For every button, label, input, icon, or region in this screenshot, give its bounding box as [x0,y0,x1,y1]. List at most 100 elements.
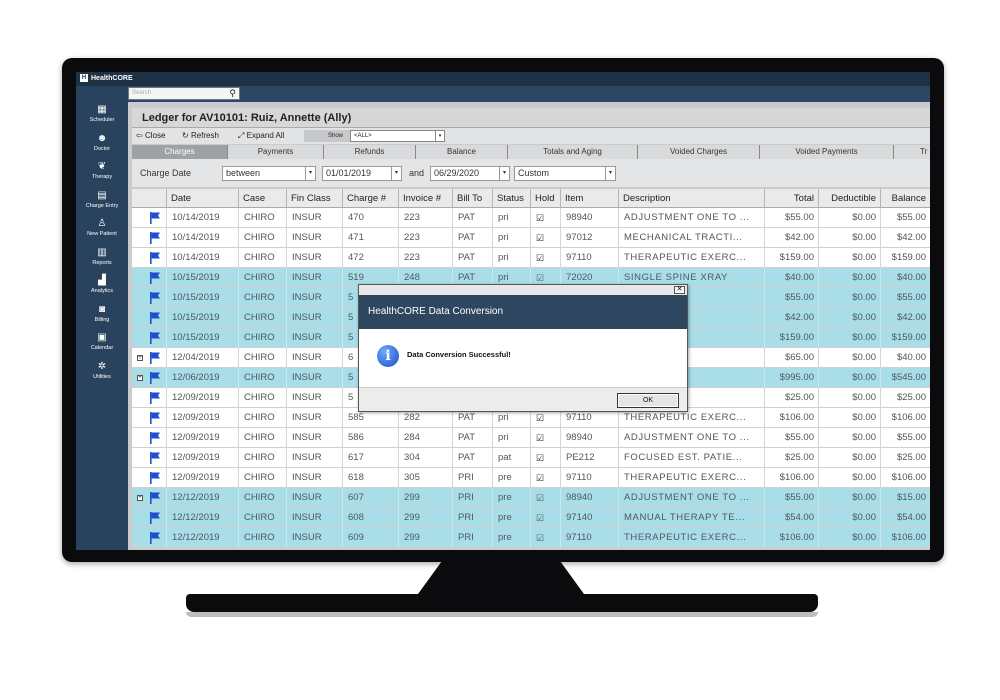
chevron-down-icon[interactable]: ▾ [499,167,509,180]
expand-row-icon[interactable]: + [137,375,143,381]
sidebar-item-calendar[interactable]: ▣ Calendar [76,330,128,359]
header-item[interactable]: Item [560,189,618,208]
tab-balance[interactable]: Balance [416,145,508,159]
header-invoice-number[interactable]: Invoice # [398,189,452,208]
info-icon: i [377,345,399,367]
header-charge-number[interactable]: Charge # [342,189,398,208]
cell-balance: $25.00 [880,448,930,468]
cell-deductible: $0.00 [818,268,880,288]
flag-icon [150,432,160,444]
header-total[interactable]: Total [764,189,818,208]
cell-total: $42.00 [764,228,818,248]
cell-case: CHIRO [238,228,286,248]
header-date[interactable]: Date [166,189,238,208]
table-row[interactable]: 12/09/2019 CHIRO INSUR 618 305 PRI pre ☑ 97110 TH… [132,468,930,488]
expand-all-label: Expand All [246,131,285,140]
cell-total: $54.00 [764,508,818,528]
cell-hold[interactable]: ☑ [530,248,560,268]
cell-description: MANUAL THERAPY TE... [618,508,764,528]
cell-bill-to: PRI [452,508,492,528]
chevron-down-icon[interactable]: ▾ [305,167,315,180]
cell-item: 98940 [560,208,618,228]
date-from-field[interactable]: 01/01/2019 ▾ [322,166,402,181]
chevron-down-icon[interactable]: ▾ [435,131,444,141]
sidebar-item-analytics[interactable]: ▟ Analytics [76,273,128,302]
cell-case: CHIRO [238,288,286,308]
header-deductible[interactable]: Deductible [818,189,880,208]
table-row[interactable]: +12/12/2019 CHIRO INSUR 607 299 PRI pre ☑ 98940 A… [132,488,930,508]
cell-hold[interactable]: ☑ [530,488,560,508]
tab-truncated[interactable]: Tr [894,145,930,159]
cell-date: 10/14/2019 [166,248,238,268]
header-bill-to[interactable]: Bill To [452,189,492,208]
cell-total: $55.00 [764,208,818,228]
show-filter-select[interactable]: <ALL> ▾ [350,130,445,142]
cell-deductible: $0.00 [818,488,880,508]
cell-date: 10/15/2019 [166,308,238,328]
cell-hold[interactable]: ☑ [530,508,560,528]
cell-hold[interactable]: ☑ [530,208,560,228]
cell-charge-number: 617 [342,448,398,468]
header-status[interactable]: Status [492,189,530,208]
cell-case: CHIRO [238,348,286,368]
cell-charge-number: 470 [342,208,398,228]
expand-all-button[interactable]: ⤢ Expand All [238,130,284,142]
sidebar-item-therapy[interactable]: ❦ Therapy [76,159,128,188]
cell-hold[interactable]: ☑ [530,228,560,248]
header-fin-class[interactable]: Fin Class [286,189,342,208]
search-icon[interactable]: ⚲ [229,88,236,99]
sidebar-item-charge-entry[interactable]: ▤ Charge Entry [76,188,128,217]
date-from-value: 01/01/2019 [326,168,372,178]
sidebar-item-doctor[interactable]: ☻ Doctor [76,131,128,160]
billing-icon: ◙ [98,303,106,315]
tab-charges[interactable]: Charges [132,145,228,159]
date-operator-select[interactable]: between ▾ [222,166,316,181]
cell-hold[interactable]: ☑ [530,428,560,448]
close-icon[interactable]: ✕ [674,286,685,294]
refresh-button[interactable]: ↻ Refresh [182,130,219,142]
search-input[interactable]: Search ⚲ [128,87,240,100]
cell-hold[interactable]: ☑ [530,468,560,488]
cell-case: CHIRO [238,508,286,528]
table-row[interactable]: 10/14/2019 CHIRO INSUR 471 223 PAT pri ☑ 97012 ME… [132,228,930,248]
close-button[interactable]: ⇦ Close [136,130,165,142]
table-row[interactable]: 12/12/2019 CHIRO INSUR 608 299 PRI pre ☑ 97140 MA… [132,508,930,528]
table-row[interactable]: 12/09/2019 CHIRO INSUR 586 284 PAT pri ☑ 98940 AD… [132,428,930,448]
table-row[interactable]: 10/14/2019 CHIRO INSUR 472 223 PAT pri ☑ 97110 TH… [132,248,930,268]
header-description[interactable]: Description [618,189,764,208]
header-case[interactable]: Case [238,189,286,208]
date-range-select[interactable]: Custom ▾ [514,166,616,181]
chevron-down-icon[interactable]: ▾ [391,167,401,180]
sidebar-item-new-patient[interactable]: ♙ New Patient [76,216,128,245]
sidebar-item-reports[interactable]: ▥ Reports [76,245,128,274]
sidebar-item-scheduler[interactable]: ▦ Scheduler [76,102,128,131]
flag-icon [150,492,160,504]
tab-voided-payments[interactable]: Voided Payments [760,145,894,159]
cell-description: ADJUSTMENT ONE TO ... [618,208,764,228]
table-row[interactable]: 12/12/2019 CHIRO INSUR 609 299 PRI pre ☑ 97110 TH… [132,528,930,548]
expand-row-icon[interactable]: + [137,355,143,361]
date-to-field[interactable]: 06/29/2020 ▾ [430,166,510,181]
therapy-hands-icon: ❦ [97,161,107,172]
sidebar-item-utilities[interactable]: ✲ Utilities [76,359,128,388]
cell-status: pre [492,468,530,488]
tab-totals-and-aging[interactable]: Totals and Aging [508,145,638,159]
ok-button[interactable]: OK [617,393,679,408]
tab-voided-charges[interactable]: Voided Charges [638,145,760,159]
header-balance[interactable]: Balance [880,189,930,208]
cell-fin-class: INSUR [286,268,342,288]
cell-bill-to: PRI [452,468,492,488]
sidebar-item-billing[interactable]: ◙ Billing [76,302,128,331]
chevron-down-icon[interactable]: ▾ [605,167,615,180]
cell-hold[interactable]: ☑ [530,528,560,548]
tab-payments[interactable]: Payments [228,145,324,159]
cell-hold[interactable]: ☑ [530,448,560,468]
search-placeholder: Search [132,90,152,96]
table-row[interactable]: 10/14/2019 CHIRO INSUR 470 223 PAT pri ☑ 98940 AD… [132,208,930,228]
cell-fin-class: INSUR [286,488,342,508]
expand-row-icon[interactable]: + [137,495,143,501]
tab-refunds[interactable]: Refunds [324,145,416,159]
header-hold[interactable]: Hold [530,189,560,208]
cell-date: 12/12/2019 [166,488,238,508]
table-row[interactable]: 12/09/2019 CHIRO INSUR 617 304 PAT pat ☑ PE212 FO… [132,448,930,468]
